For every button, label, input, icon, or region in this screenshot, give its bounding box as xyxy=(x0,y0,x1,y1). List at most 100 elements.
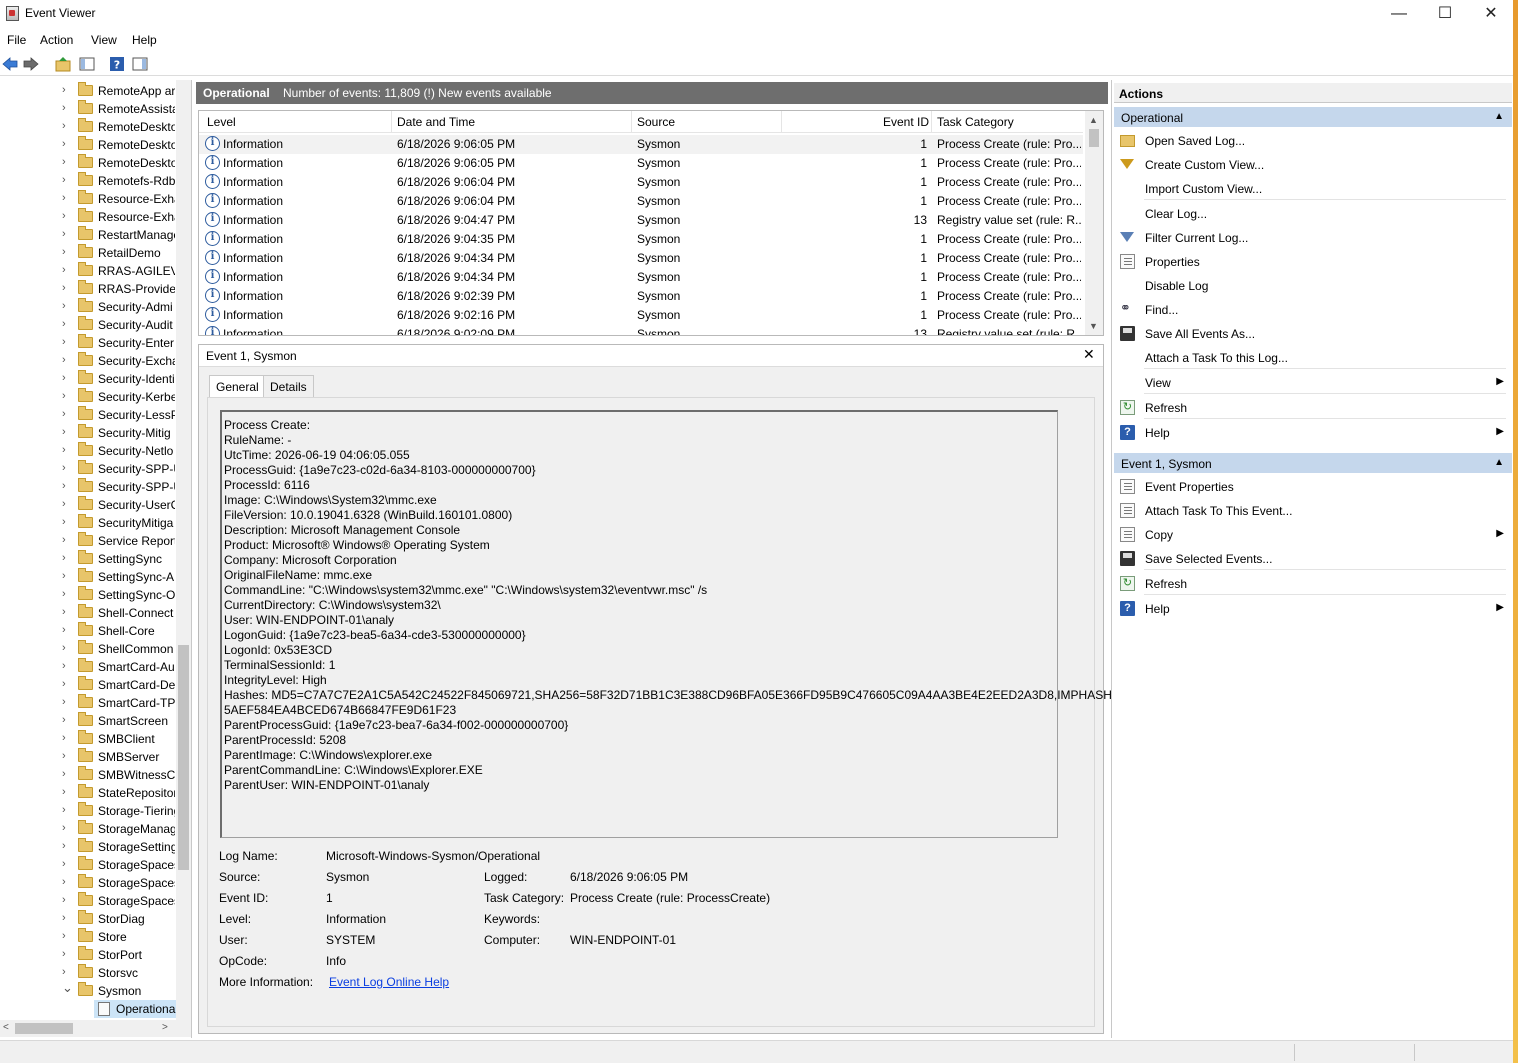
tree-item[interactable]: › SmartScreen xyxy=(0,712,176,730)
tree-item[interactable]: › StorPort xyxy=(0,946,176,964)
tree-item[interactable]: › Security-SPP-U xyxy=(0,460,176,478)
actions-section-header[interactable]: Event 1, Sysmon ▲ xyxy=(1114,453,1512,473)
tree-item[interactable]: › Shell-Connect xyxy=(0,604,176,622)
grid-scroll-thumb[interactable] xyxy=(1089,129,1099,147)
event-row[interactable]: i Information 6/18/2026 9:04:34 PM Sysmon 1 P… xyxy=(199,268,1083,287)
chevron-right-icon[interactable]: › xyxy=(62,408,66,420)
chevron-right-icon[interactable]: › xyxy=(62,120,66,132)
chevron-right-icon[interactable]: › xyxy=(62,282,66,294)
tree-item[interactable]: › StorageManag xyxy=(0,820,176,838)
scroll-right-icon[interactable]: > xyxy=(162,1022,168,1033)
show-hide-tree-icon[interactable] xyxy=(79,56,95,72)
action-item[interactable]: ? Help ▶ xyxy=(1114,422,1510,444)
tree-item[interactable]: › SmartCard-De xyxy=(0,676,176,694)
action-item[interactable]: Attach Task To This Event... xyxy=(1114,500,1510,522)
tree-item[interactable]: › StorDiag xyxy=(0,910,176,928)
tree-item[interactable]: › Security-Identi xyxy=(0,370,176,388)
chevron-right-icon[interactable]: › xyxy=(62,516,66,528)
chevron-right-icon[interactable]: › xyxy=(62,732,66,744)
tree-item[interactable]: › Security-LessP xyxy=(0,406,176,424)
tree-item[interactable]: › StorageSpaces xyxy=(0,874,176,892)
chevron-right-icon[interactable]: › xyxy=(62,858,66,870)
chevron-right-icon[interactable]: › xyxy=(62,678,66,690)
chevron-right-icon[interactable]: › xyxy=(62,948,66,960)
event-row[interactable]: i Information 6/18/2026 9:06:04 PM Sysmon 1 P… xyxy=(199,173,1083,192)
chevron-right-icon[interactable]: › xyxy=(62,912,66,924)
column-event-id[interactable]: Event ID xyxy=(883,115,929,129)
tree-item[interactable]: › StorageSpaces xyxy=(0,856,176,874)
tree-item[interactable]: › StorageSetting xyxy=(0,838,176,856)
tree-item[interactable]: › Storage-Tiering xyxy=(0,802,176,820)
action-item[interactable]: Attach a Task To this Log... xyxy=(1114,347,1510,369)
tree-item[interactable]: › RemoteApp ar xyxy=(0,82,176,100)
tree-item[interactable]: › Security-Netlo xyxy=(0,442,176,460)
tree-item[interactable]: › Store xyxy=(0,928,176,946)
tree-vertical-scroll-thumb[interactable] xyxy=(178,645,189,870)
tree-item[interactable]: › Remotefs-Rdb xyxy=(0,172,176,190)
scroll-down-icon[interactable]: ▼ xyxy=(1089,321,1098,331)
tree-horizontal-scroll-thumb[interactable] xyxy=(15,1023,73,1034)
scroll-up-icon[interactable]: ▲ xyxy=(1089,115,1098,125)
tree-item[interactable]: › Security-Kerbe xyxy=(0,388,176,406)
action-item[interactable]: Event Properties xyxy=(1114,476,1510,498)
tree-item[interactable]: › Security-SPP-U xyxy=(0,478,176,496)
menu-help[interactable]: Help xyxy=(132,33,157,47)
chevron-right-icon[interactable]: › xyxy=(62,138,66,150)
minimize-button[interactable]: — xyxy=(1376,0,1422,28)
column-source[interactable]: Source xyxy=(637,115,675,129)
tree-item[interactable]: › SMBServer xyxy=(0,748,176,766)
chevron-right-icon[interactable]: › xyxy=(62,426,66,438)
tree-item[interactable]: › StateRepositor xyxy=(0,784,176,802)
tree-item[interactable]: › SettingSync-O xyxy=(0,586,176,604)
action-item[interactable]: Save Selected Events... xyxy=(1114,548,1510,570)
event-row[interactable]: i Information 6/18/2026 9:02:39 PM Sysmon 1 P… xyxy=(199,287,1083,306)
tree-horizontal-scrollbar[interactable]: < > xyxy=(0,1020,191,1037)
tree-item[interactable]: › RetailDemo xyxy=(0,244,176,262)
tree-item[interactable]: › Security-Mitig xyxy=(0,424,176,442)
event-row[interactable]: i Information 6/18/2026 9:04:34 PM Sysmon 1 P… xyxy=(199,249,1083,268)
chevron-right-icon[interactable]: › xyxy=(62,930,66,942)
chevron-right-icon[interactable]: › xyxy=(62,570,66,582)
action-item[interactable]: Import Custom View... xyxy=(1114,178,1510,200)
chevron-right-icon[interactable]: › xyxy=(62,588,66,600)
tree-item[interactable]: › RemoteDeskto xyxy=(0,154,176,172)
tree-item-selected[interactable]: Operationa⌄ xyxy=(94,1000,183,1018)
chevron-right-icon[interactable]: › xyxy=(62,696,66,708)
tree-item[interactable]: › Security-UserC xyxy=(0,496,176,514)
tree-item[interactable]: › SecurityMitiga xyxy=(0,514,176,532)
tree-item[interactable]: › RRAS-AGILEVP xyxy=(0,262,176,280)
show-hide-action-pane-icon[interactable] xyxy=(132,56,148,72)
tree-item[interactable]: › RemoteAssista xyxy=(0,100,176,118)
chevron-right-icon[interactable]: › xyxy=(62,84,66,96)
chevron-down-icon[interactable]: ⌄ xyxy=(62,980,73,996)
chevron-right-icon[interactable]: › xyxy=(62,624,66,636)
tree-item[interactable]: › Storsvc xyxy=(0,964,176,982)
chevron-right-icon[interactable]: › xyxy=(62,390,66,402)
chevron-right-icon[interactable]: › xyxy=(62,804,66,816)
chevron-right-icon[interactable]: › xyxy=(62,714,66,726)
back-arrow-icon[interactable] xyxy=(2,56,18,72)
event-description-box[interactable]: Process Create: RuleName: - UtcTime: 2026-… xyxy=(220,410,1119,838)
menu-action[interactable]: Action xyxy=(40,33,73,47)
chevron-right-icon[interactable]: › xyxy=(62,660,66,672)
action-item[interactable]: ↻ Refresh xyxy=(1114,573,1510,595)
chevron-right-icon[interactable]: › xyxy=(62,894,66,906)
tree-item[interactable]: › RemoteDeskto xyxy=(0,136,176,154)
chevron-right-icon[interactable]: › xyxy=(62,246,66,258)
event-row[interactable]: i Information 6/18/2026 9:06:05 PM Sysmon 1 P… xyxy=(199,154,1083,173)
event-row[interactable]: i Information 6/18/2026 9:06:04 PM Sysmon 1 P… xyxy=(199,192,1083,211)
chevron-right-icon[interactable]: › xyxy=(62,642,66,654)
chevron-right-icon[interactable]: › xyxy=(62,210,66,222)
tree-item[interactable]: › RemoteDeskto xyxy=(0,118,176,136)
collapse-caret-icon[interactable]: ▲ xyxy=(1494,111,1504,122)
tree-item[interactable]: › Service Report xyxy=(0,532,176,550)
chevron-right-icon[interactable]: › xyxy=(62,372,66,384)
event-row[interactable]: i Information 6/18/2026 9:04:35 PM Sysmon 1 P… xyxy=(199,230,1083,249)
action-item[interactable]: Create Custom View... xyxy=(1114,154,1510,176)
action-item[interactable]: ⚭ Find... xyxy=(1114,299,1510,321)
chevron-right-icon[interactable]: › xyxy=(62,228,66,240)
chevron-right-icon[interactable]: › xyxy=(62,444,66,456)
menu-file[interactable]: File xyxy=(7,33,26,47)
tab-details[interactable]: Details xyxy=(263,375,314,397)
action-item[interactable]: ? Help ▶ xyxy=(1114,598,1510,620)
